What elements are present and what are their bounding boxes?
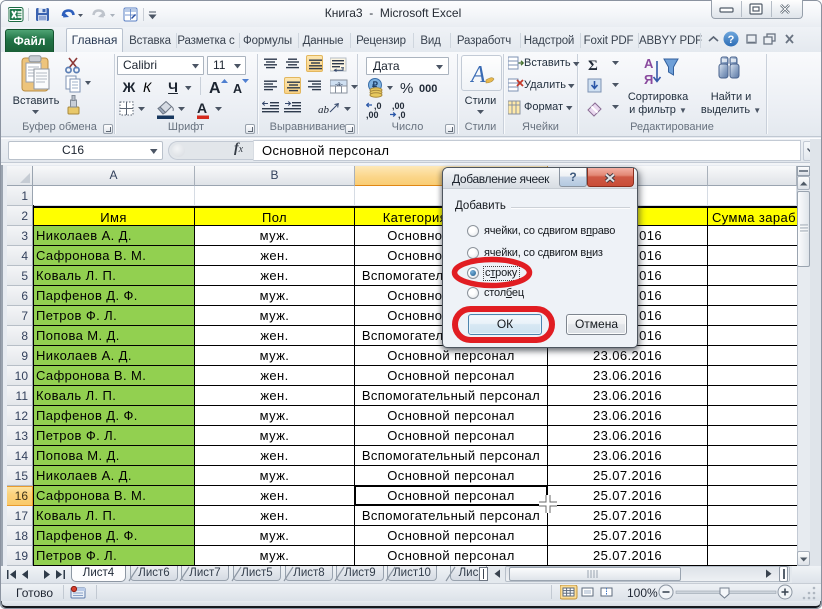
svg-text:,0: ,0 [398,110,406,120]
svg-text:Σ: Σ [588,58,598,74]
svg-text:Я: Я [644,72,653,87]
svg-text:A: A [209,80,221,97]
svg-text:000: 000 [419,83,437,95]
svg-text:А: А [644,56,654,71]
svg-text:A: A [470,62,486,88]
svg-text:ab: ab [318,104,330,116]
svg-text:A: A [233,82,242,96]
svg-text:,00: ,00 [366,110,379,120]
svg-text:А: А [197,100,207,116]
svg-text:%: % [400,80,413,97]
svg-text:?: ? [728,34,735,46]
